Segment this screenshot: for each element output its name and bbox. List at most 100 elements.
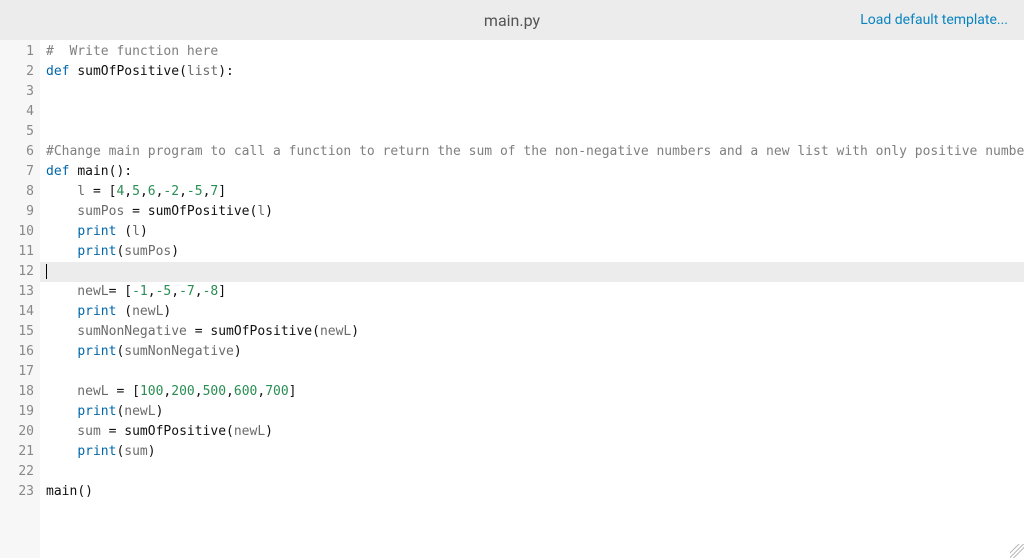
line-number: 23	[0, 482, 40, 502]
code-token: )	[265, 204, 273, 219]
code-token: -1	[132, 284, 148, 299]
code-token: l	[46, 184, 93, 199]
line-number: 4	[0, 102, 40, 122]
code-token: sumPos	[46, 204, 132, 219]
line-number: 16	[0, 342, 40, 362]
code-token: ,	[179, 184, 187, 199]
code-token: 600	[234, 384, 257, 399]
code-area[interactable]: # Write function heredef sumOfPositive(l…	[40, 40, 1024, 558]
code-token: newL	[132, 304, 163, 319]
code-token	[46, 344, 77, 359]
code-token: ,	[257, 384, 265, 399]
code-token: ,	[171, 284, 179, 299]
line-number: 19	[0, 402, 40, 422]
code-token: sumOfPositive	[77, 64, 179, 79]
code-line[interactable]: # Write function here	[40, 42, 1024, 62]
line-number: 3	[0, 82, 40, 102]
code-token: sumNonNegative	[124, 344, 234, 359]
code-token: sum	[124, 444, 147, 459]
code-line[interactable]	[40, 102, 1024, 122]
code-token: l	[132, 224, 140, 239]
code-line[interactable]: sum = sumOfPositive(newL)	[40, 422, 1024, 442]
code-line[interactable]: #Change main program to call a function …	[40, 142, 1024, 162]
code-token: sumOfPositive	[210, 324, 312, 339]
line-number: 22	[0, 462, 40, 482]
code-token: l	[257, 204, 265, 219]
text-cursor	[46, 264, 47, 279]
line-number: 21	[0, 442, 40, 462]
code-line[interactable]: l = [4,5,6,-2,-5,7]	[40, 182, 1024, 202]
code-token: newL	[46, 384, 116, 399]
code-token: def	[46, 64, 77, 79]
code-token: -5	[187, 184, 203, 199]
code-token: )	[148, 444, 156, 459]
code-line[interactable]: newL = [100,200,500,600,700]	[40, 382, 1024, 402]
code-token: (	[226, 424, 234, 439]
code-token: )	[140, 224, 148, 239]
code-line[interactable]: print (newL)	[40, 302, 1024, 322]
line-number: 5	[0, 122, 40, 142]
code-token: print	[77, 404, 116, 419]
code-token: =	[195, 324, 211, 339]
code-token	[46, 404, 77, 419]
code-token: )	[171, 244, 179, 259]
code-token: =	[132, 204, 148, 219]
code-line[interactable]: def sumOfPositive(list):	[40, 62, 1024, 82]
code-token: =	[109, 424, 125, 439]
editor-header: main.py Load default template...	[0, 0, 1024, 40]
code-token: 5	[132, 184, 140, 199]
code-token: ):	[218, 64, 234, 79]
line-number: 15	[0, 322, 40, 342]
code-line[interactable]: sumPos = sumOfPositive(l)	[40, 202, 1024, 222]
code-line[interactable]	[40, 122, 1024, 142]
code-line[interactable]: newL= [-1,-5,-7,-8]	[40, 282, 1024, 302]
load-default-template-link[interactable]: Load default template...	[860, 12, 1008, 28]
code-token: ,	[226, 384, 234, 399]
code-token: #Change main program to call a function …	[46, 144, 1024, 159]
code-token: ,	[195, 284, 203, 299]
code-token: main	[46, 484, 77, 499]
code-token: sum	[46, 424, 109, 439]
code-line[interactable]	[40, 82, 1024, 102]
line-number: 14	[0, 302, 40, 322]
code-token: newL	[124, 404, 155, 419]
code-token: ,	[124, 184, 132, 199]
code-token	[46, 444, 77, 459]
code-line[interactable]: print(newL)	[40, 402, 1024, 422]
code-line[interactable]: sumNonNegative = sumOfPositive(newL)	[40, 322, 1024, 342]
code-token: )	[234, 344, 242, 359]
code-line[interactable]	[40, 262, 1024, 282]
file-title: main.py	[484, 11, 540, 30]
code-token: print	[77, 344, 116, 359]
code-token: = [	[116, 384, 139, 399]
code-token: )	[163, 304, 171, 319]
resize-handle-icon[interactable]	[1010, 544, 1024, 558]
line-number: 9	[0, 202, 40, 222]
code-token: ,	[195, 384, 203, 399]
code-token: 500	[203, 384, 226, 399]
code-token: -7	[179, 284, 195, 299]
code-token: (	[116, 224, 132, 239]
code-token: = [	[109, 284, 132, 299]
code-line[interactable]	[40, 462, 1024, 482]
code-line[interactable]: def main():	[40, 162, 1024, 182]
code-token: ]	[218, 184, 226, 199]
code-line[interactable]: print (l)	[40, 222, 1024, 242]
code-token: ]	[218, 284, 226, 299]
code-line[interactable]: print(sumNonNegative)	[40, 342, 1024, 362]
code-token: newL	[320, 324, 351, 339]
code-line[interactable]	[40, 362, 1024, 382]
line-number: 6	[0, 142, 40, 162]
code-token: list	[187, 64, 218, 79]
code-token: ]	[289, 384, 297, 399]
code-line[interactable]: print(sumPos)	[40, 242, 1024, 262]
code-token	[46, 224, 77, 239]
code-token	[46, 304, 77, 319]
line-number: 17	[0, 362, 40, 382]
code-line[interactable]: main()	[40, 482, 1024, 502]
code-editor[interactable]: 1234567891011121314151617181920212223 # …	[0, 40, 1024, 558]
code-token: 700	[265, 384, 288, 399]
code-token: sumPos	[124, 244, 171, 259]
code-token: ,	[140, 184, 148, 199]
code-line[interactable]: print(sum)	[40, 442, 1024, 462]
